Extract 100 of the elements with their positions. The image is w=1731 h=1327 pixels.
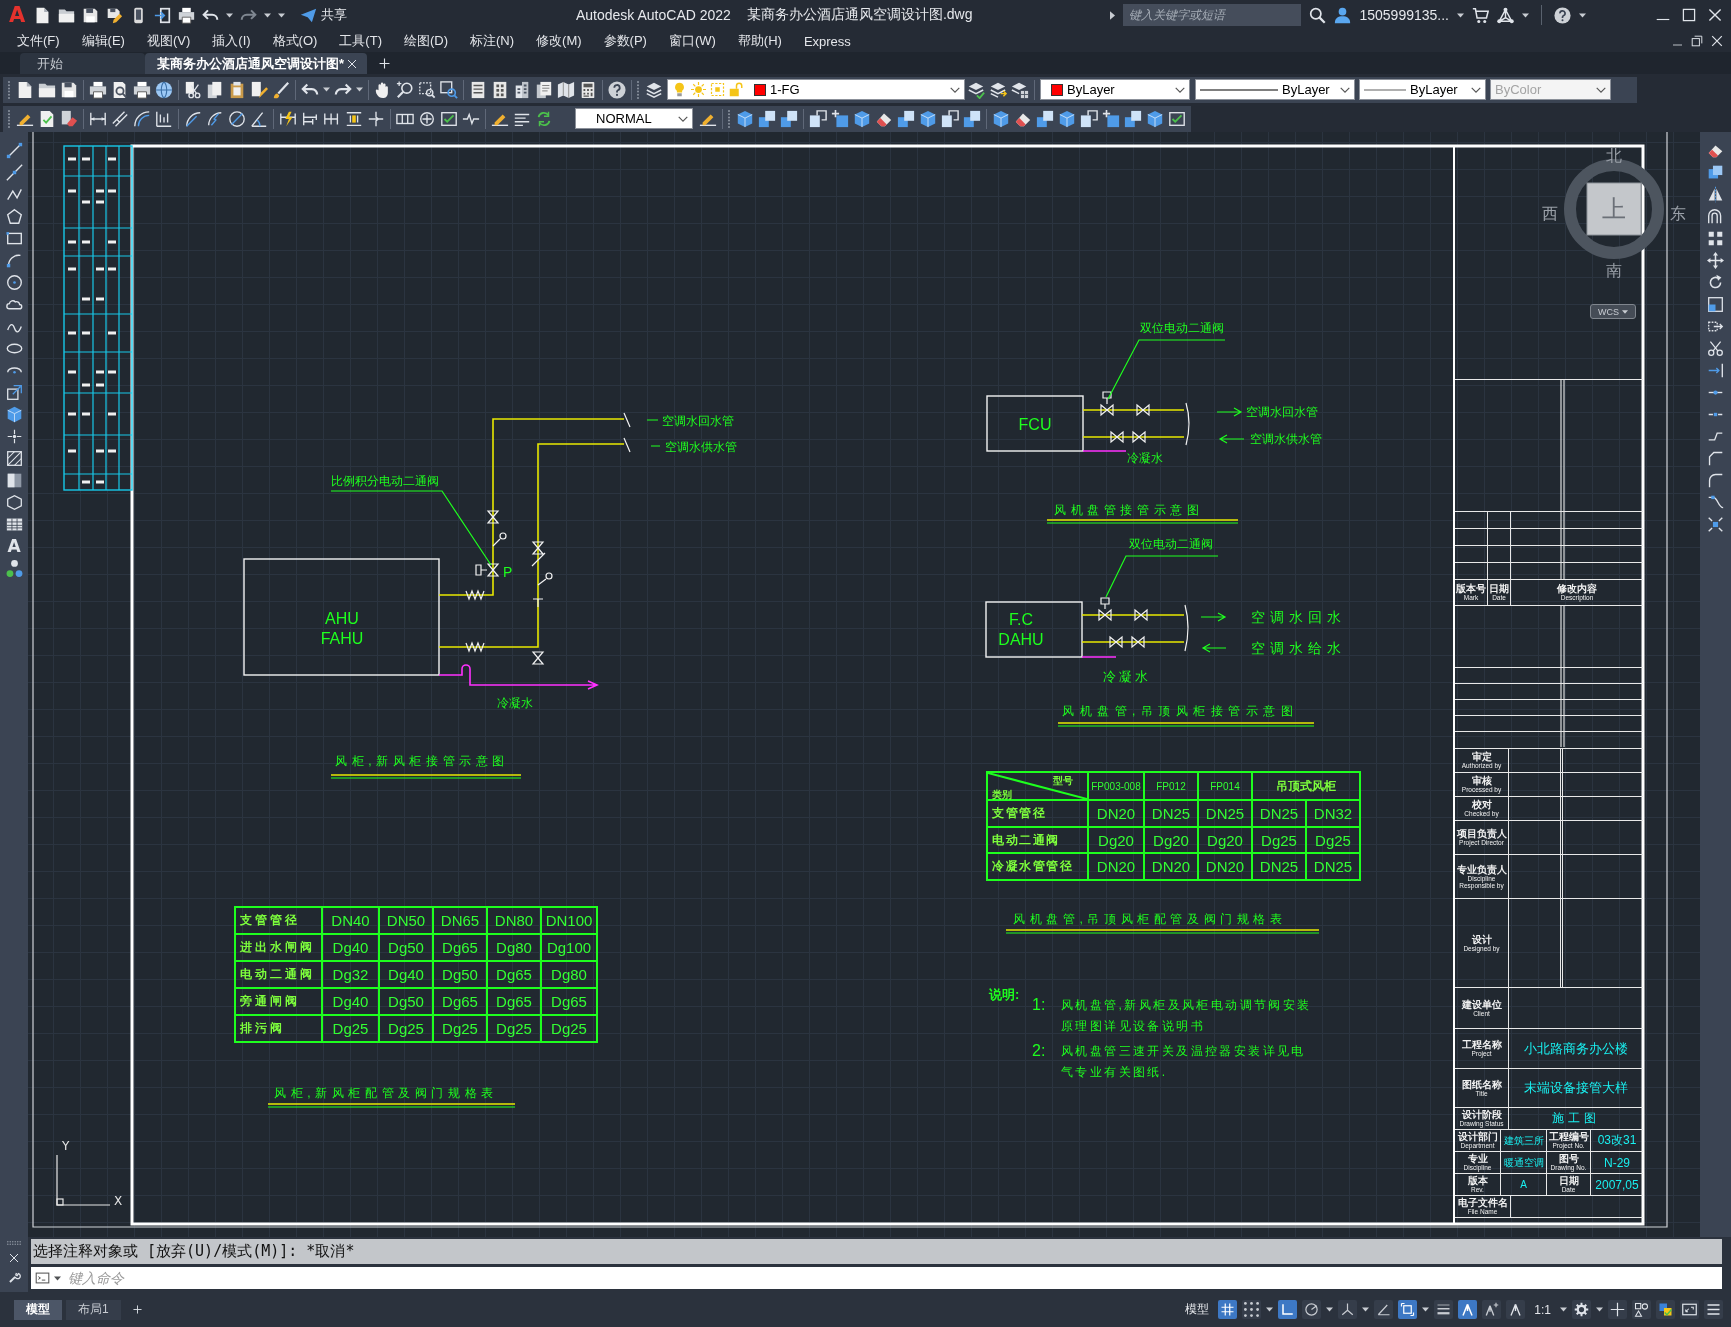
- stacked-boxes-icon[interactable]: [758, 109, 776, 128]
- box-plus-icon[interactable]: [1102, 109, 1120, 128]
- linetype-dropdown[interactable]: ByLayer: [1195, 79, 1355, 100]
- array-squares-icon[interactable]: [1707, 229, 1724, 247]
- color-dropdown[interactable]: ByLayer: [1040, 79, 1190, 100]
- layers-check-icon[interactable]: [967, 80, 985, 99]
- plus-icon[interactable]: [379, 58, 390, 69]
- box-plus-icon[interactable]: [831, 109, 849, 128]
- brush-icon[interactable]: [272, 80, 290, 99]
- menu-icon[interactable]: [1704, 1300, 1723, 1319]
- pentagon-icon[interactable]: [5, 207, 23, 225]
- print-preview-icon[interactable]: [111, 80, 129, 99]
- caret-icon[interactable]: [323, 87, 330, 92]
- minimize-icon[interactable]: [1656, 17, 1670, 21]
- parallel-lines-icon[interactable]: [111, 109, 129, 128]
- menu-item[interactable]: 参数(P): [603, 32, 647, 50]
- compass-label[interactable]: 南: [1606, 263, 1622, 279]
- menu-item[interactable]: 视图(V): [146, 32, 191, 50]
- document-eraser-icon[interactable]: [60, 109, 78, 128]
- caret-icon[interactable]: [54, 1275, 61, 1281]
- spaced-lines-icon[interactable]: [345, 109, 363, 128]
- layers-grid-icon[interactable]: [1011, 80, 1029, 99]
- refresh-icon[interactable]: [535, 109, 553, 128]
- box-corner-icon[interactable]: [809, 109, 827, 128]
- arc-zigzag-icon[interactable]: [206, 109, 224, 128]
- square-magnifier-icon[interactable]: [440, 80, 458, 99]
- layer-dropdown[interactable]: 1-FG: [667, 79, 965, 100]
- caret-icon[interactable]: [1266, 1307, 1274, 1312]
- menu-item[interactable]: 标注(N): [470, 32, 515, 50]
- annotation-scale[interactable]: 1:1: [1534, 1302, 1551, 1317]
- folded-map-icon[interactable]: [557, 80, 575, 99]
- menu-item[interactable]: Express: [803, 33, 851, 49]
- tripod-icon[interactable]: [1506, 1300, 1526, 1319]
- tripod-icon[interactable]: [1458, 1300, 1478, 1319]
- text-tool[interactable]: A: [7, 537, 21, 555]
- compass-label[interactable]: 西: [1542, 206, 1558, 222]
- floppy-pencil-icon[interactable]: [106, 6, 124, 24]
- menu-item[interactable]: 编辑(E): [81, 32, 125, 50]
- globe-icon[interactable]: [155, 80, 173, 99]
- triangle-nodes-icon[interactable]: [1497, 6, 1514, 24]
- menu-item[interactable]: 文件(F): [17, 32, 60, 50]
- overlapping-squares-icon[interactable]: [1656, 1300, 1675, 1319]
- help-icon[interactable]: [1554, 6, 1571, 24]
- scissors-icon[interactable]: [1707, 339, 1724, 357]
- menu-item[interactable]: 帮助(H): [737, 32, 782, 50]
- cube-icon[interactable]: [5, 405, 23, 423]
- bulb-icon[interactable]: [672, 82, 687, 97]
- menu-item[interactable]: 插入(I): [212, 32, 251, 50]
- help-icon[interactable]: [608, 80, 626, 99]
- menu-item[interactable]: 工具(T): [339, 32, 382, 50]
- caret-icon[interactable]: [1596, 1307, 1603, 1312]
- close-icon[interactable]: [347, 58, 357, 69]
- rotate-icon[interactable]: [1707, 273, 1724, 291]
- caret-icon[interactable]: [1362, 1307, 1370, 1312]
- caret-icon[interactable]: [1457, 12, 1464, 18]
- stacked-boxes-icon[interactable]: [897, 109, 915, 128]
- terminal-icon[interactable]: [34, 1271, 51, 1285]
- scissors-document-icon[interactable]: [184, 80, 202, 99]
- close-icon[interactable]: [1708, 8, 1722, 22]
- gradient-square-icon[interactable]: [5, 471, 23, 489]
- checked-box-icon[interactable]: [440, 109, 458, 128]
- rounded-corner-icon[interactable]: [1707, 471, 1724, 489]
- copy-icon[interactable]: [1707, 163, 1724, 181]
- lineweight-dropdown[interactable]: ByLayer: [1359, 79, 1486, 100]
- file-tab[interactable]: 开始: [20, 53, 145, 74]
- zoom-magnifier-icon[interactable]: [396, 80, 414, 99]
- close-icon[interactable]: [9, 1253, 19, 1263]
- user-name[interactable]: 1505999135...: [1359, 7, 1449, 23]
- fullscreen-icon[interactable]: [1680, 1300, 1699, 1319]
- clipboard-icon[interactable]: [228, 80, 246, 99]
- stacked-boxes-icon[interactable]: [1124, 109, 1142, 128]
- printer-icon[interactable]: [89, 80, 107, 99]
- square-burst-icon[interactable]: [1707, 515, 1724, 533]
- document-brush-icon[interactable]: [250, 80, 268, 99]
- cart-icon[interactable]: [1472, 6, 1489, 24]
- circle-icon[interactable]: [5, 273, 23, 291]
- mirror-triangles-icon[interactable]: [1707, 185, 1724, 203]
- move-arrows-icon[interactable]: [1707, 251, 1724, 269]
- arc-line-icon[interactable]: [184, 109, 202, 128]
- hatch-icon[interactable]: [5, 449, 23, 467]
- layers-arrow-icon[interactable]: [989, 80, 1007, 99]
- shapes-icon[interactable]: [1632, 1300, 1651, 1319]
- caret-right-icon[interactable]: [1110, 10, 1116, 20]
- three-way-lines-icon[interactable]: [1338, 1300, 1358, 1319]
- arrow-to-line-icon[interactable]: [1707, 361, 1724, 379]
- printer-icon[interactable]: [133, 80, 151, 99]
- cut-corner-icon[interactable]: [1707, 449, 1724, 467]
- menu-item[interactable]: 修改(M): [536, 32, 582, 50]
- cube-icon[interactable]: [1146, 109, 1164, 128]
- search-icon[interactable]: [1309, 6, 1327, 24]
- caret-icon[interactable]: [1326, 1307, 1334, 1312]
- compass-label[interactable]: 北: [1606, 148, 1622, 164]
- document-check-icon[interactable]: [38, 109, 56, 128]
- stacked-boxes-icon[interactable]: [780, 109, 798, 128]
- stacked-boxes-icon[interactable]: [1036, 109, 1054, 128]
- diagonal-line-icon[interactable]: [5, 163, 23, 181]
- checked-box-icon[interactable]: [1168, 109, 1186, 128]
- cube-icon[interactable]: [1058, 109, 1076, 128]
- cube-icon[interactable]: [853, 109, 871, 128]
- maximize-icon[interactable]: [1682, 8, 1696, 22]
